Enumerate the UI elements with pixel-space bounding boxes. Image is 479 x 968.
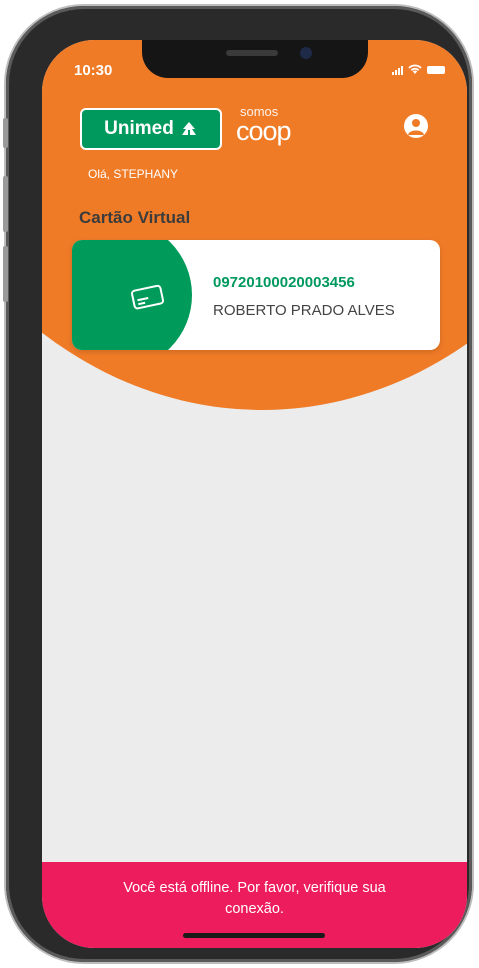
volume-down-button (3, 246, 8, 302)
card-number: 09720100020003456 (213, 274, 355, 291)
section-title: Cartão Virtual (79, 208, 191, 227)
phone-frame: 10:30 Unimed somos coop Olá, STEPHANY Ca… (3, 6, 472, 962)
card-icon (131, 284, 165, 310)
status-icons (392, 64, 445, 75)
unimed-tree-icon (181, 122, 196, 135)
speaker (226, 50, 278, 56)
offline-message: Você está offline. Por favor, verifique … (123, 880, 386, 917)
greeting-text: Olá, STEPHANY (88, 167, 179, 181)
status-time: 10:30 (74, 62, 113, 79)
wifi-icon (408, 64, 422, 74)
home-indicator[interactable] (183, 933, 325, 938)
unimed-logo: Unimed (80, 108, 222, 150)
card-holder-name: ROBERTO PRADO ALVES (213, 302, 395, 319)
somos-coop-logo-bottom: coop (236, 116, 292, 146)
battery-icon (427, 66, 445, 74)
virtual-card[interactable]: 09720100020003456 ROBERTO PRADO ALVES (72, 240, 440, 350)
user-silhouette-icon (408, 119, 424, 135)
signal-icon (392, 66, 403, 75)
offline-banner: Você está offline. Por favor, verifique … (42, 862, 467, 948)
volume-up-button (3, 176, 8, 232)
app-screen: 10:30 Unimed somos coop Olá, STEPHANY Ca… (42, 40, 467, 948)
device-notch (142, 40, 368, 78)
mute-switch (3, 118, 8, 148)
front-camera (300, 47, 312, 59)
unimed-logo-text: Unimed (104, 118, 174, 139)
user-avatar-icon[interactable] (404, 114, 428, 138)
